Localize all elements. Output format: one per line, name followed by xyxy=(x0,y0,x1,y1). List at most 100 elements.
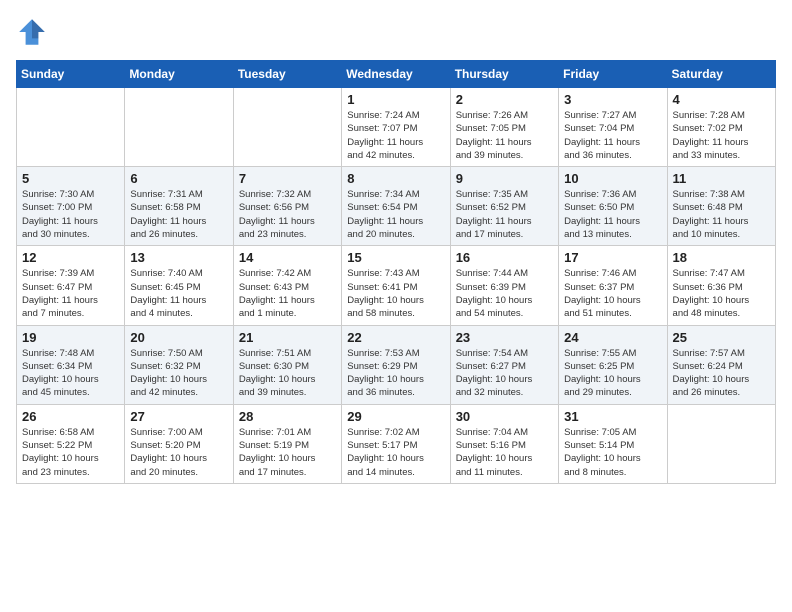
calendar-cell: 16 Sunrise: 7:44 AM Sunset: 6:39 PM Dayli… xyxy=(450,246,558,325)
weekday-header-saturday: Saturday xyxy=(667,61,775,88)
day-number: 7 xyxy=(239,171,336,186)
weekday-header-sunday: Sunday xyxy=(17,61,125,88)
day-number: 19 xyxy=(22,330,119,345)
weekday-header-tuesday: Tuesday xyxy=(233,61,341,88)
day-info: Sunrise: 7:43 AM Sunset: 6:41 PM Dayligh… xyxy=(347,267,444,320)
day-info: Sunrise: 7:24 AM Sunset: 7:07 PM Dayligh… xyxy=(347,109,444,162)
calendar-cell: 31Sunrise: 7:05 AM Sunset: 5:14 PM Dayli… xyxy=(559,404,667,483)
day-number: 25 xyxy=(673,330,770,345)
calendar-cell xyxy=(17,88,125,167)
calendar-cell: 17Sunrise: 7:46 AM Sunset: 6:37 PM Dayli… xyxy=(559,246,667,325)
day-number: 12 xyxy=(22,250,119,265)
day-info: Sunrise: 7:57 AM Sunset: 6:24 PM Dayligh… xyxy=(673,347,770,400)
calendar-cell: 4 Sunrise: 7:28 AM Sunset: 7:02 PM Daylig… xyxy=(667,88,775,167)
day-number: 28 xyxy=(239,409,336,424)
calendar-week-2: 5 Sunrise: 7:30 AM Sunset: 7:00 PM Daylig… xyxy=(17,167,776,246)
calendar-cell: 24 Sunrise: 7:55 AM Sunset: 6:25 PM Dayli… xyxy=(559,325,667,404)
calendar-cell: 13Sunrise: 7:40 AM Sunset: 6:45 PM Dayli… xyxy=(125,246,233,325)
day-number: 14 xyxy=(239,250,336,265)
day-number: 6 xyxy=(130,171,227,186)
day-info: Sunrise: 7:27 AM Sunset: 7:04 PM Dayligh… xyxy=(564,109,661,162)
day-info: Sunrise: 7:30 AM Sunset: 7:00 PM Dayligh… xyxy=(22,188,119,241)
calendar-cell: 6 Sunrise: 7:31 AM Sunset: 6:58 PM Daylig… xyxy=(125,167,233,246)
weekday-header-wednesday: Wednesday xyxy=(342,61,450,88)
day-number: 4 xyxy=(673,92,770,107)
day-info: Sunrise: 6:58 AM Sunset: 5:22 PM Dayligh… xyxy=(22,426,119,479)
calendar-cell: 28 Sunrise: 7:01 AM Sunset: 5:19 PM Dayli… xyxy=(233,404,341,483)
day-number: 30 xyxy=(456,409,553,424)
day-info: Sunrise: 7:31 AM Sunset: 6:58 PM Dayligh… xyxy=(130,188,227,241)
calendar-week-4: 19 Sunrise: 7:48 AM Sunset: 6:34 PM Dayli… xyxy=(17,325,776,404)
day-number: 26 xyxy=(22,409,119,424)
calendar-cell: 11 Sunrise: 7:38 AM Sunset: 6:48 PM Dayli… xyxy=(667,167,775,246)
calendar-cell xyxy=(667,404,775,483)
calendar-cell: 27Sunrise: 7:00 AM Sunset: 5:20 PM Dayli… xyxy=(125,404,233,483)
calendar-cell: 21 Sunrise: 7:51 AM Sunset: 6:30 PM Dayli… xyxy=(233,325,341,404)
day-number: 8 xyxy=(347,171,444,186)
day-info: Sunrise: 7:01 AM Sunset: 5:19 PM Dayligh… xyxy=(239,426,336,479)
calendar-cell: 29 Sunrise: 7:02 AM Sunset: 5:17 PM Dayli… xyxy=(342,404,450,483)
day-info: Sunrise: 7:47 AM Sunset: 6:36 PM Dayligh… xyxy=(673,267,770,320)
day-number: 16 xyxy=(456,250,553,265)
calendar-table: SundayMondayTuesdayWednesdayThursdayFrid… xyxy=(16,60,776,484)
day-info: Sunrise: 7:26 AM Sunset: 7:05 PM Dayligh… xyxy=(456,109,553,162)
day-number: 20 xyxy=(130,330,227,345)
day-info: Sunrise: 7:53 AM Sunset: 6:29 PM Dayligh… xyxy=(347,347,444,400)
day-info: Sunrise: 7:44 AM Sunset: 6:39 PM Dayligh… xyxy=(456,267,553,320)
day-info: Sunrise: 7:28 AM Sunset: 7:02 PM Dayligh… xyxy=(673,109,770,162)
calendar-cell: 26 Sunrise: 6:58 AM Sunset: 5:22 PM Dayli… xyxy=(17,404,125,483)
day-number: 23 xyxy=(456,330,553,345)
calendar-cell: 19 Sunrise: 7:48 AM Sunset: 6:34 PM Dayli… xyxy=(17,325,125,404)
day-number: 2 xyxy=(456,92,553,107)
day-info: Sunrise: 7:32 AM Sunset: 6:56 PM Dayligh… xyxy=(239,188,336,241)
day-info: Sunrise: 7:38 AM Sunset: 6:48 PM Dayligh… xyxy=(673,188,770,241)
day-number: 21 xyxy=(239,330,336,345)
day-number: 11 xyxy=(673,171,770,186)
day-number: 15 xyxy=(347,250,444,265)
day-number: 9 xyxy=(456,171,553,186)
day-info: Sunrise: 7:04 AM Sunset: 5:16 PM Dayligh… xyxy=(456,426,553,479)
day-info: Sunrise: 7:55 AM Sunset: 6:25 PM Dayligh… xyxy=(564,347,661,400)
calendar-week-1: 1 Sunrise: 7:24 AM Sunset: 7:07 PM Daylig… xyxy=(17,88,776,167)
calendar-cell: 7 Sunrise: 7:32 AM Sunset: 6:56 PM Daylig… xyxy=(233,167,341,246)
day-info: Sunrise: 7:34 AM Sunset: 6:54 PM Dayligh… xyxy=(347,188,444,241)
calendar-cell: 5 Sunrise: 7:30 AM Sunset: 7:00 PM Daylig… xyxy=(17,167,125,246)
calendar-cell: 3Sunrise: 7:27 AM Sunset: 7:04 PM Daylig… xyxy=(559,88,667,167)
calendar-cell: 25 Sunrise: 7:57 AM Sunset: 6:24 PM Dayli… xyxy=(667,325,775,404)
calendar-cell: 2 Sunrise: 7:26 AM Sunset: 7:05 PM Daylig… xyxy=(450,88,558,167)
day-info: Sunrise: 7:48 AM Sunset: 6:34 PM Dayligh… xyxy=(22,347,119,400)
day-info: Sunrise: 7:39 AM Sunset: 6:47 PM Dayligh… xyxy=(22,267,119,320)
calendar-cell: 22 Sunrise: 7:53 AM Sunset: 6:29 PM Dayli… xyxy=(342,325,450,404)
day-number: 17 xyxy=(564,250,661,265)
calendar-cell: 14 Sunrise: 7:42 AM Sunset: 6:43 PM Dayli… xyxy=(233,246,341,325)
page-header xyxy=(16,16,776,48)
weekday-header-thursday: Thursday xyxy=(450,61,558,88)
calendar-cell: 12 Sunrise: 7:39 AM Sunset: 6:47 PM Dayli… xyxy=(17,246,125,325)
day-number: 31 xyxy=(564,409,661,424)
weekday-header-row: SundayMondayTuesdayWednesdayThursdayFrid… xyxy=(17,61,776,88)
calendar-cell: 8 Sunrise: 7:34 AM Sunset: 6:54 PM Daylig… xyxy=(342,167,450,246)
day-info: Sunrise: 7:35 AM Sunset: 6:52 PM Dayligh… xyxy=(456,188,553,241)
day-number: 24 xyxy=(564,330,661,345)
calendar-cell: 23Sunrise: 7:54 AM Sunset: 6:27 PM Dayli… xyxy=(450,325,558,404)
day-number: 5 xyxy=(22,171,119,186)
calendar-cell: 30 Sunrise: 7:04 AM Sunset: 5:16 PM Dayli… xyxy=(450,404,558,483)
day-info: Sunrise: 7:02 AM Sunset: 5:17 PM Dayligh… xyxy=(347,426,444,479)
day-number: 29 xyxy=(347,409,444,424)
day-info: Sunrise: 7:00 AM Sunset: 5:20 PM Dayligh… xyxy=(130,426,227,479)
calendar-week-5: 26 Sunrise: 6:58 AM Sunset: 5:22 PM Dayli… xyxy=(17,404,776,483)
logo-icon xyxy=(16,16,48,48)
calendar-cell: 1 Sunrise: 7:24 AM Sunset: 7:07 PM Daylig… xyxy=(342,88,450,167)
calendar-cell xyxy=(233,88,341,167)
day-number: 1 xyxy=(347,92,444,107)
day-info: Sunrise: 7:50 AM Sunset: 6:32 PM Dayligh… xyxy=(130,347,227,400)
day-number: 18 xyxy=(673,250,770,265)
day-number: 10 xyxy=(564,171,661,186)
day-info: Sunrise: 7:42 AM Sunset: 6:43 PM Dayligh… xyxy=(239,267,336,320)
calendar-cell xyxy=(125,88,233,167)
day-info: Sunrise: 7:36 AM Sunset: 6:50 PM Dayligh… xyxy=(564,188,661,241)
calendar-cell: 20 Sunrise: 7:50 AM Sunset: 6:32 PM Dayli… xyxy=(125,325,233,404)
calendar-cell: 18 Sunrise: 7:47 AM Sunset: 6:36 PM Dayli… xyxy=(667,246,775,325)
day-info: Sunrise: 7:51 AM Sunset: 6:30 PM Dayligh… xyxy=(239,347,336,400)
day-number: 22 xyxy=(347,330,444,345)
